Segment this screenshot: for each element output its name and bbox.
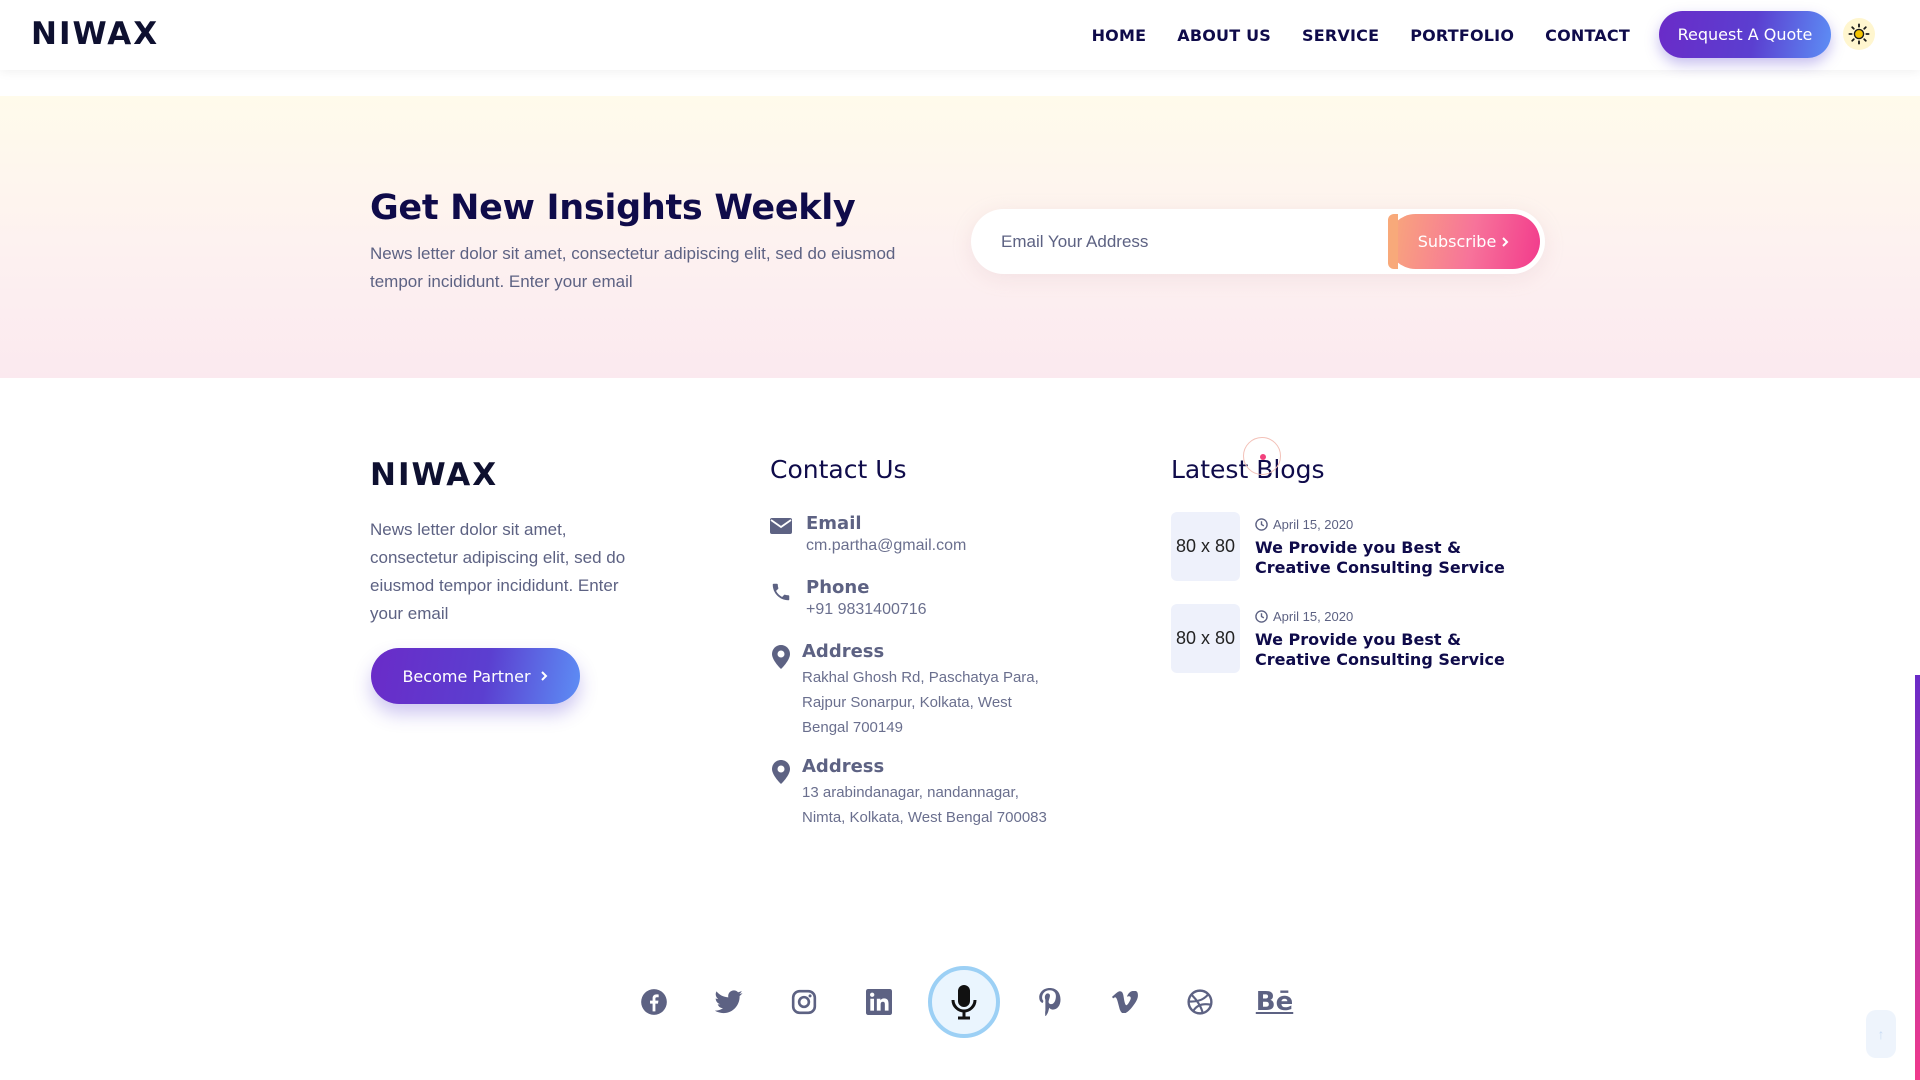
blog-date-text: April 15, 2020 [1273, 609, 1354, 624]
scroll-progress-indicator [1915, 675, 1920, 1080]
blog-date: April 15, 2020 [1255, 609, 1515, 624]
contact-address-2: Address 13 arabindanagar, nandannagar, N… [770, 756, 1052, 830]
microphone-icon [951, 985, 977, 1020]
blog-date: April 15, 2020 [1255, 517, 1515, 532]
phone-value[interactable]: +91 9831400716 [806, 601, 927, 619]
newsletter-text: News letter dolor sit amet, consectetur … [370, 244, 896, 291]
logo-text: NIWAX [31, 16, 160, 52]
voice-search-button[interactable] [928, 966, 1000, 1038]
subscribe-button[interactable]: Subscribe [1388, 214, 1540, 269]
blog-item[interactable]: 80 x 80 April 15, 2020 We Provide you Be… [1171, 512, 1515, 581]
arrow-up-icon: ↑ [1877, 1026, 1885, 1042]
newsletter-section [0, 96, 1920, 378]
nav-about-us[interactable]: ABOUT US [1177, 26, 1271, 45]
theme-toggle[interactable] [1843, 18, 1875, 50]
map-pin-icon [770, 760, 792, 784]
contact-phone: Phone +91 9831400716 [770, 577, 927, 619]
site-header: NIWAX HOME ABOUT US SERVICE PORTFOLIO CO… [0, 0, 1920, 70]
dribbble-icon[interactable] [1182, 977, 1217, 1027]
become-partner-button[interactable]: Become Partner [371, 648, 580, 704]
contact-title: Contact Us [770, 455, 907, 484]
blog-date-text: April 15, 2020 [1273, 517, 1354, 532]
blog-item[interactable]: 80 x 80 April 15, 2020 We Provide you Be… [1171, 604, 1515, 673]
blog-thumbnail[interactable]: 80 x 80 [1171, 512, 1240, 581]
request-quote-button[interactable]: Request A Quote [1659, 11, 1831, 58]
subscribe-form: Subscribe [971, 209, 1545, 274]
social-links: Bē [636, 966, 1294, 1038]
blog-thumbnail[interactable]: 80 x 80 [1171, 604, 1240, 673]
twitter-icon[interactable] [711, 977, 746, 1027]
footer-logo[interactable]: NIWAX [370, 457, 498, 493]
instagram-icon[interactable] [786, 977, 821, 1027]
email-label: Email [806, 513, 862, 534]
nav-portfolio[interactable]: PORTFOLIO [1410, 26, 1514, 45]
chevron-right-icon [540, 671, 547, 681]
behance-text: Bē [1255, 987, 1294, 1017]
newsletter-title: Get New Insights Weekly [370, 188, 856, 228]
clock-icon [1255, 518, 1268, 531]
main-nav: HOME ABOUT US SERVICE PORTFOLIO CONTACT [1092, 0, 1630, 70]
address-value: 13 arabindanagar, nandannagar, Nimta, Ko… [802, 784, 1047, 826]
logo-text: NIWAX [370, 457, 499, 493]
address-label: Address [802, 641, 885, 662]
scroll-to-top-button[interactable]: ↑ [1866, 1010, 1896, 1058]
address-label: Address [802, 756, 885, 777]
phone-icon [770, 581, 792, 603]
email-input[interactable] [1001, 209, 1361, 274]
facebook-icon[interactable] [636, 977, 671, 1027]
chevron-right-icon [1502, 236, 1509, 247]
partner-label: Become Partner [402, 666, 531, 686]
header-logo[interactable]: NIWAX [31, 16, 159, 52]
blog-title[interactable]: We Provide you Best & Creative Consultin… [1255, 538, 1515, 578]
contact-email: Email cm.partha@gmail.com [770, 513, 966, 555]
cursor-follower [1243, 437, 1281, 475]
linkedin-icon[interactable] [861, 977, 896, 1027]
phone-label: Phone [806, 577, 870, 598]
envelope-icon [770, 517, 792, 539]
footer-about-text: News letter dolor sit amet, consectetur … [370, 520, 626, 623]
map-pin-icon [770, 645, 792, 669]
subscribe-label: Subscribe [1417, 232, 1497, 251]
nav-contact[interactable]: CONTACT [1545, 26, 1630, 45]
nav-home[interactable]: HOME [1092, 26, 1147, 45]
email-value[interactable]: cm.partha@gmail.com [806, 537, 966, 555]
pinterest-icon[interactable] [1032, 977, 1067, 1027]
behance-icon[interactable]: Bē [1255, 977, 1294, 1027]
vimeo-icon[interactable] [1107, 977, 1142, 1027]
address-value: Rakhal Ghosh Rd, Paschatya Para, Rajpur … [802, 669, 1039, 736]
blog-title[interactable]: We Provide you Best & Creative Consultin… [1255, 630, 1515, 670]
sun-icon [1848, 23, 1870, 45]
contact-address-1: Address Rakhal Ghosh Rd, Paschatya Para,… [770, 641, 1052, 740]
nav-service[interactable]: SERVICE [1302, 26, 1379, 45]
clock-icon [1255, 610, 1268, 623]
